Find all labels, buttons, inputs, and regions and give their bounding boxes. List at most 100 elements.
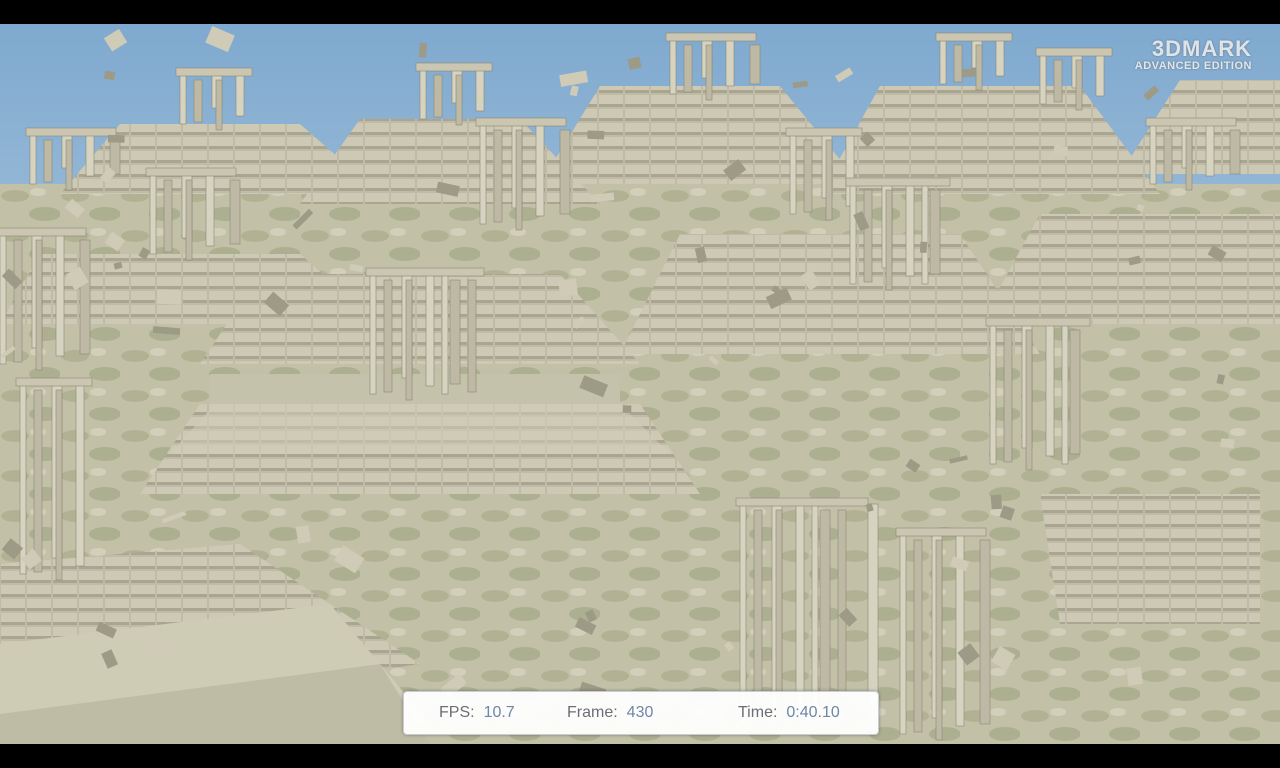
column	[1045, 323, 1055, 457]
frame-label: Frame:	[567, 704, 618, 721]
debris-block	[103, 70, 116, 81]
column	[467, 279, 477, 393]
time-readout: Time: 0:40.10	[738, 704, 840, 722]
column	[1163, 129, 1173, 183]
column	[825, 139, 833, 221]
debris-block	[1126, 666, 1143, 686]
column	[235, 73, 245, 117]
column	[1039, 53, 1047, 105]
column-capital	[15, 377, 93, 387]
column-capital	[175, 67, 253, 77]
column	[193, 79, 203, 123]
column	[795, 503, 805, 717]
column	[863, 189, 873, 283]
column	[383, 279, 393, 393]
column	[65, 139, 73, 191]
column	[1149, 123, 1157, 185]
column	[975, 44, 983, 91]
logo-edition: ADVANCED EDITION	[1134, 60, 1252, 72]
letterbox-top	[0, 0, 1280, 24]
column	[449, 279, 461, 385]
column	[425, 273, 435, 387]
column-capital	[665, 32, 757, 42]
column	[55, 233, 65, 357]
column	[1061, 323, 1069, 465]
fps-label: FPS:	[439, 704, 475, 721]
column	[921, 183, 929, 285]
debris-block	[587, 130, 605, 140]
debris-block	[961, 68, 977, 78]
column-capital	[415, 62, 493, 72]
column	[0, 233, 7, 365]
column	[455, 74, 463, 126]
stats-overlay: FPS: 10.7 Frame: 430 Time: 0:40.10	[403, 691, 879, 735]
column	[1075, 59, 1083, 111]
column	[85, 133, 95, 177]
frame-value: 430	[626, 704, 654, 721]
debris-block	[295, 525, 311, 544]
column	[989, 323, 997, 465]
column	[559, 129, 571, 215]
column-capital	[785, 127, 863, 137]
column	[109, 139, 121, 175]
column	[205, 173, 215, 247]
column	[185, 179, 193, 261]
debris-block	[1053, 145, 1068, 157]
column	[33, 389, 43, 573]
column	[441, 273, 449, 395]
column	[953, 44, 963, 83]
column	[867, 503, 879, 709]
column	[913, 539, 923, 733]
debris-block	[1220, 438, 1235, 449]
column-capital	[935, 32, 1013, 42]
column	[475, 68, 485, 112]
frame-readout: Frame: 430	[567, 704, 653, 722]
column	[515, 129, 523, 231]
front-pyramid	[140, 374, 700, 494]
fps-readout: FPS: 10.7	[439, 704, 515, 722]
column-capital	[985, 317, 1091, 327]
logo-title: 3DMARK	[1151, 36, 1252, 61]
debris-block	[622, 405, 632, 413]
column-capital	[475, 117, 567, 127]
3dmark-logo: 3DMARK ADVANCED EDITION	[1134, 36, 1252, 73]
benchmark-window: 3DMARK ADVANCED EDITION FPS: 10.7 Frame: 4…	[0, 0, 1280, 768]
debris-block	[990, 494, 1003, 510]
column	[935, 539, 943, 741]
column	[163, 179, 173, 253]
column	[1053, 59, 1063, 103]
debris-block	[418, 42, 428, 58]
column	[479, 123, 487, 225]
column	[669, 38, 677, 95]
column	[705, 44, 713, 101]
debris-block	[919, 241, 928, 253]
column	[929, 189, 941, 275]
column	[179, 73, 187, 125]
benchmark-scene	[0, 24, 1280, 744]
time-label: Time:	[738, 704, 778, 721]
column	[789, 133, 797, 215]
debris-block	[558, 278, 578, 298]
column-capital	[145, 167, 237, 177]
column	[535, 123, 545, 217]
column	[1025, 329, 1033, 471]
column	[75, 383, 85, 567]
column	[849, 183, 857, 285]
debris-block	[156, 289, 182, 305]
column	[819, 509, 831, 715]
column-capital	[1035, 47, 1113, 57]
column	[803, 139, 813, 213]
column	[1229, 129, 1241, 175]
column	[1095, 53, 1105, 97]
column-capital	[735, 497, 869, 507]
column	[725, 38, 735, 87]
column	[979, 539, 991, 725]
column	[29, 133, 37, 185]
column	[749, 44, 761, 85]
column	[79, 239, 91, 355]
column	[419, 68, 427, 120]
column-capital	[1145, 117, 1237, 127]
column-capital	[0, 227, 87, 237]
column	[1069, 329, 1081, 455]
column	[369, 273, 377, 395]
